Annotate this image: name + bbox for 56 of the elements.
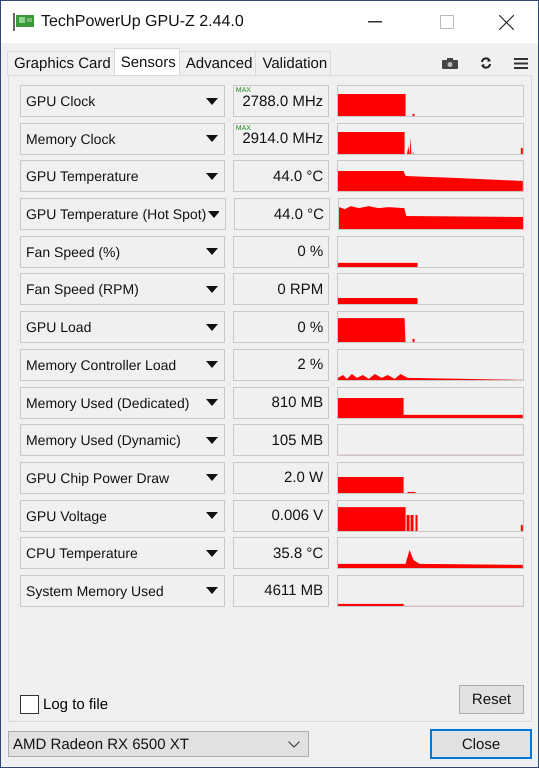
dropdown-arrow-icon	[206, 172, 218, 180]
window-title: TechPowerUp GPU-Z 2.44.0	[41, 13, 244, 31]
tab[interactable]: Validation	[255, 51, 332, 75]
sensor-dropdown[interactable]: GPU Load	[20, 311, 225, 344]
sensor-dropdown[interactable]: Memory Used (Dynamic)	[20, 424, 225, 456]
tab[interactable]: Graphics Card	[7, 51, 115, 75]
sensor-dropdown[interactable]: GPU Temperature (Hot Spot)	[20, 198, 226, 230]
sensor-value: 2 %	[232, 348, 330, 381]
sensor-value: 4611 MB	[232, 574, 330, 607]
sensor-dropdown[interactable]: GPU Chip Power Draw	[20, 462, 225, 494]
dropdown-arrow-icon	[206, 324, 218, 331]
dropdown-arrow-icon	[206, 550, 218, 557]
sensor-value: 0 %	[232, 236, 330, 268]
checkbox[interactable]	[20, 695, 39, 714]
gpu-select[interactable]: AMD Radeon RX 6500 XT	[8, 731, 309, 757]
sensor-dropdown[interactable]: CPU Temperature	[20, 537, 225, 570]
sensor-value: 35.8 °C	[232, 537, 330, 570]
dropdown-arrow-icon	[206, 512, 218, 520]
sensor-dropdown[interactable]: Fan Speed (RPM)	[20, 273, 225, 306]
sensor-dropdown[interactable]: Memory Clock	[20, 122, 225, 155]
sensor-dropdown[interactable]: GPU Temperature	[20, 160, 225, 192]
sensor-value: 44.0 °C	[232, 160, 330, 192]
sensor-dropdown[interactable]: System Memory Used	[20, 574, 225, 607]
dropdown-arrow-icon	[206, 361, 218, 368]
sensor-dropdown[interactable]: Fan Speed (%)	[20, 236, 225, 268]
sensor-value: 810 MB	[232, 386, 330, 418]
sensor-value: 44.0 °C	[234, 198, 330, 230]
dropdown-arrow-icon	[206, 286, 218, 293]
dropdown-arrow-icon	[206, 135, 218, 142]
sensor-value: 2.0 W	[232, 462, 330, 494]
dropdown-arrow-icon	[206, 98, 218, 104]
close-button[interactable]: Close	[430, 729, 532, 759]
reset-button[interactable]: Reset	[459, 685, 524, 714]
tab[interactable]: Sensors	[114, 48, 180, 75]
dropdown-arrow-icon	[206, 399, 218, 406]
menu-icon[interactable]	[514, 58, 528, 68]
sensor-dropdown[interactable]: Memory Controller Load	[20, 348, 225, 381]
camera-icon[interactable]	[442, 58, 458, 68]
dropdown-arrow-icon	[206, 436, 218, 444]
graphics-card-icon	[13, 13, 35, 31]
sensor-value: 0.006 V	[232, 500, 330, 532]
sensor-dropdown[interactable]: Memory Used (Dedicated)	[20, 386, 225, 418]
minimize-icon[interactable]	[368, 21, 382, 23]
dropdown-arrow-icon	[206, 587, 218, 594]
sensor-value: 0 RPM	[232, 273, 330, 306]
sensor-dropdown[interactable]: GPU Voltage	[20, 500, 225, 532]
dropdown-arrow-icon	[208, 210, 219, 218]
refresh-icon[interactable]	[480, 57, 492, 69]
dropdown-arrow-icon	[206, 474, 218, 482]
checkbox-label[interactable]: Log to file	[43, 696, 108, 713]
sensor-value: 0 %	[232, 311, 330, 344]
sensor-value: 105 MB	[232, 424, 330, 456]
close-icon[interactable]	[499, 14, 514, 30]
chevron-down-icon	[288, 740, 300, 748]
dropdown-arrow-icon	[206, 248, 218, 256]
sensor-dropdown[interactable]: GPU Clock	[20, 85, 225, 117]
